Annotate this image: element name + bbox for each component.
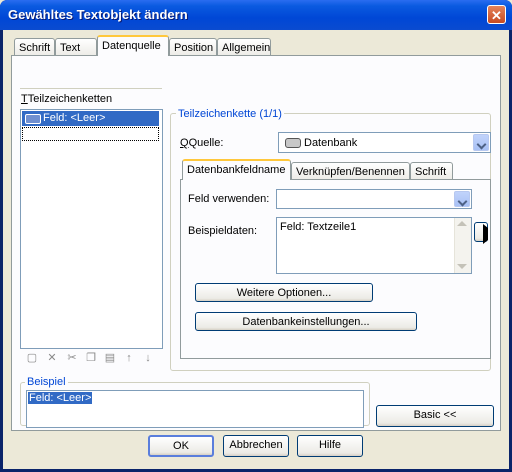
help-button[interactable]: Hilfe — [297, 435, 363, 457]
tab-label: Datenquelle — [102, 40, 161, 52]
subtab-datenbankfeldname[interactable]: Datenbankfeldname — [182, 159, 291, 180]
paste-icon[interactable]: ▤ — [104, 352, 116, 364]
chevron-down-icon[interactable] — [473, 134, 489, 151]
tab-datenquelle[interactable]: Datenquelle — [97, 35, 169, 56]
ok-button[interactable]: OK — [148, 435, 214, 457]
tab-schrift[interactable]: Schrift — [14, 38, 55, 56]
subtab-panel: Feld verwenden: Beispieldaten: Feld: Tex… — [180, 179, 491, 359]
more-options-button[interactable]: Weitere Optionen... — [195, 283, 373, 302]
cut-icon[interactable]: ✂ — [66, 352, 78, 364]
tab-panel: TTeilzeichenketten Feld: <Leer> ▢ ✕ ✂ ❐ … — [11, 55, 501, 431]
basic-button[interactable]: Basic << — [376, 405, 494, 427]
window-title: Gewähltes Textobjekt ändern — [8, 7, 188, 22]
substring-list-title: TTeilzeichenketten — [21, 93, 113, 105]
scrollbar[interactable] — [454, 218, 471, 273]
source-select[interactable]: Datenbank — [278, 132, 491, 153]
database-icon — [285, 138, 301, 148]
tab-text[interactable]: Text — [55, 38, 97, 56]
move-down-icon[interactable]: ↓ — [142, 352, 154, 364]
sample-value: Feld: Textzeile1 — [280, 221, 357, 233]
substring-list[interactable]: Feld: <Leer> — [20, 109, 163, 349]
subtab-verknuepfen[interactable]: Verknüpfen/Benennen — [291, 162, 410, 180]
example-preview: Feld: <Leer> — [26, 390, 364, 428]
list-item-label: Feld: <Leer> — [43, 112, 106, 124]
subtab-schrift[interactable]: Schrift — [410, 162, 453, 180]
scroll-up-icon[interactable] — [457, 221, 467, 226]
title-bar[interactable]: Gewähltes Textobjekt ändern ✕ — [0, 0, 512, 30]
arrow-right-icon — [482, 224, 488, 244]
sample-data-field[interactable]: Feld: Textzeile1 — [276, 217, 472, 274]
sample-label: Beispieldaten: — [188, 225, 258, 237]
list-item[interactable]: Feld: <Leer> — [22, 111, 159, 126]
dialog-window: Gewähltes Textobjekt ändern ✕ Schrift Te… — [0, 0, 512, 472]
empty-list-slot[interactable] — [22, 127, 159, 141]
source-value: Datenbank — [304, 137, 358, 149]
field-icon — [25, 114, 41, 124]
tab-position[interactable]: Position — [169, 38, 217, 56]
substring-group-title: Teilzeichenkette (1/1) — [176, 108, 284, 120]
move-up-icon[interactable]: ↑ — [123, 352, 135, 364]
field-label: Feld verwenden: — [188, 193, 270, 205]
copy-icon[interactable]: ❐ — [85, 352, 97, 364]
chevron-down-icon[interactable] — [454, 191, 470, 207]
source-label: QQuelle: — [180, 137, 224, 149]
tab-label: Schrift — [19, 42, 51, 54]
scroll-down-icon[interactable] — [457, 264, 467, 269]
tab-label: Position — [174, 42, 214, 54]
list-toolbar: ▢ ✕ ✂ ❐ ▤ ↑ ↓ — [26, 352, 166, 366]
tab-label: Allgemein — [222, 42, 271, 54]
divider — [20, 88, 162, 89]
tab-allgemein[interactable]: Allgemein — [217, 38, 271, 56]
field-select[interactable] — [276, 189, 472, 209]
example-group-title: Beispiel — [25, 376, 68, 388]
add-icon[interactable]: ▢ — [26, 352, 38, 364]
close-icon: ✕ — [491, 8, 502, 23]
insert-field-button[interactable] — [474, 222, 488, 244]
dialog-body: Schrift Text Datenquelle Position Allgem… — [3, 30, 509, 469]
close-button[interactable]: ✕ — [487, 5, 506, 24]
tab-label: Text — [60, 42, 81, 54]
delete-icon[interactable]: ✕ — [46, 352, 58, 364]
example-value: Feld: <Leer> — [28, 392, 93, 404]
database-settings-button[interactable]: Datenbankeinstellungen... — [195, 312, 417, 331]
cancel-button[interactable]: Abbrechen — [223, 435, 289, 457]
